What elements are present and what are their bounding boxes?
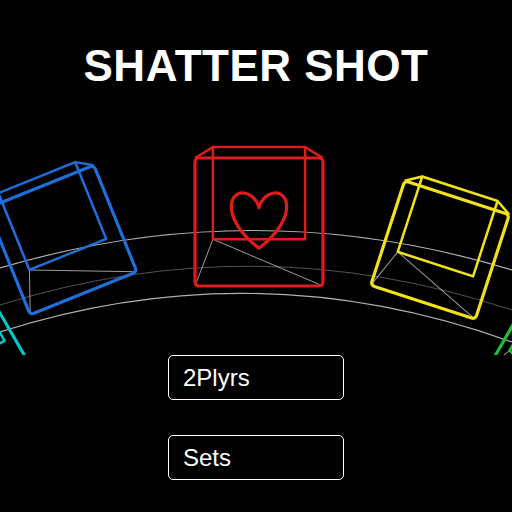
character-cube[interactable] bbox=[371, 172, 512, 320]
character-cube[interactable] bbox=[0, 292, 26, 355]
heart-icon bbox=[231, 193, 286, 248]
character-cube[interactable] bbox=[195, 147, 323, 286]
character-cube[interactable] bbox=[0, 156, 137, 315]
cube-face bbox=[371, 181, 510, 320]
cube-face bbox=[195, 158, 323, 286]
cube-face bbox=[0, 165, 137, 315]
character-carousel[interactable] bbox=[0, 100, 512, 355]
menu-button[interactable]: Sets bbox=[168, 435, 344, 480]
cube-face bbox=[0, 297, 26, 355]
game-title: SHATTER SHOT bbox=[0, 0, 512, 88]
menu-button[interactable]: 2Plyrs bbox=[168, 355, 344, 400]
character-cube[interactable] bbox=[488, 302, 512, 355]
cube-face bbox=[488, 307, 512, 355]
main-menu: 2Plyrs Sets bbox=[0, 355, 512, 480]
carousel-track bbox=[0, 100, 512, 355]
